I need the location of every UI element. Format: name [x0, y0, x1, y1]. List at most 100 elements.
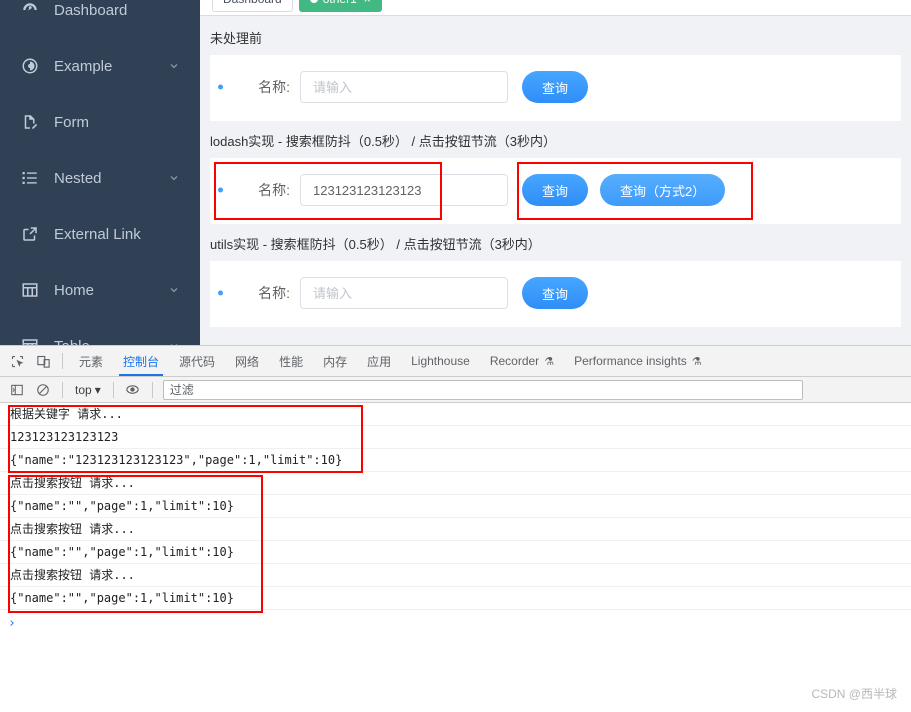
search-input-lodash[interactable] — [300, 174, 508, 206]
devtools-tab-label: Performance insights — [574, 354, 687, 368]
console-line: 根据关键字 请求... — [0, 403, 911, 426]
console-filter-input[interactable] — [163, 380, 803, 400]
required-dot-icon — [218, 291, 223, 296]
tab-label: other1 — [323, 0, 357, 11]
devtools-tab-console[interactable]: 控制台 — [113, 346, 169, 376]
devtools-tab-performance-insights[interactable]: Performance insights ⚗ — [564, 346, 712, 376]
chevron-down-icon: ▾ — [95, 383, 101, 397]
console-line: 点击搜索按钮 请求... — [0, 518, 911, 541]
experiment-flask-icon: ⚗ — [692, 355, 702, 368]
devtools-tab-network[interactable]: 网络 — [225, 346, 269, 376]
devtools-tab-lighthouse[interactable]: Lighthouse — [401, 346, 480, 376]
toolbar-divider — [62, 382, 63, 398]
sidebar-item-label: Nested — [54, 170, 168, 187]
inspect-element-icon[interactable] — [4, 349, 30, 373]
search-input-utils[interactable] — [300, 277, 508, 309]
sidebar-item-label: Form — [54, 114, 180, 131]
required-dot-icon — [218, 85, 223, 90]
chevron-down-icon — [168, 172, 180, 184]
console-line: {"name":"123123123123123","page":1,"limi… — [0, 449, 911, 472]
sidebar-navigation: Dashboard Example Form — [0, 0, 200, 345]
sidebar-item-label: Home — [54, 282, 168, 299]
console-filter-bar: top ▾ — [0, 377, 911, 403]
form-row: 名称: 查询 查询（方式2） — [210, 174, 901, 206]
application-area: Dashboard Example Form — [0, 0, 911, 345]
devtools-tab-sources[interactable]: 源代码 — [169, 346, 225, 376]
device-toolbar-icon[interactable] — [30, 349, 56, 373]
close-icon[interactable]: × — [364, 0, 371, 11]
name-field-label: 名称: — [228, 283, 290, 303]
form-icon — [20, 112, 40, 132]
form-card-utils: 名称: 查询 — [210, 261, 901, 327]
main-content: Dashboard other1 × 未处理前 名称: 查询 — [200, 0, 911, 345]
console-line: {"name":"","page":1,"limit":10} — [0, 541, 911, 564]
tab-active-dot-icon — [310, 0, 318, 3]
experiment-flask-icon: ⚗ — [544, 355, 554, 368]
devtools-tab-elements[interactable]: 元素 — [69, 346, 113, 376]
sidebar-item-form[interactable]: Form — [0, 94, 200, 150]
toolbar-divider — [152, 382, 153, 398]
sidebar-item-example[interactable]: Example — [0, 38, 200, 94]
toolbar-divider — [113, 382, 114, 398]
chevron-down-icon — [168, 60, 180, 72]
console-prompt[interactable]: › — [0, 610, 911, 638]
sidebar-item-dashboard[interactable]: Dashboard — [0, 0, 200, 38]
tab-other1[interactable]: other1 × — [299, 0, 382, 12]
clear-console-icon[interactable] — [30, 378, 56, 402]
console-line: 点击搜索按钮 请求... — [0, 564, 911, 587]
devtools-panel: 元素 控制台 源代码 网络 性能 内存 应用 Lighthouse Record… — [0, 345, 911, 712]
section-title-utils: utils实现 - 搜索框防抖（0.5秒） / 点击按钮节流（3秒内） — [200, 224, 911, 261]
sidebar-item-home[interactable]: Home — [0, 262, 200, 318]
live-expression-eye-icon[interactable] — [120, 378, 146, 402]
dashboard-icon — [20, 0, 40, 20]
sidebar-item-label: Example — [54, 58, 168, 75]
console-sidebar-toggle-icon[interactable] — [4, 378, 30, 402]
form-card-lodash: 名称: 查询 查询（方式2） — [210, 158, 901, 224]
console-output[interactable]: 根据关键字 请求... 123123123123123 {"name":"123… — [0, 403, 911, 711]
sidebar-item-nested[interactable]: Nested — [0, 150, 200, 206]
table-icon — [20, 336, 40, 345]
name-label-text: 名称: — [258, 285, 290, 301]
query-button-utils[interactable]: 查询 — [522, 277, 588, 309]
name-field-label: 名称: — [228, 77, 290, 97]
sidebar-item-label: Dashboard — [54, 2, 180, 19]
devtools-tab-recorder[interactable]: Recorder ⚗ — [480, 346, 564, 376]
home-grid-icon — [20, 280, 40, 300]
console-line: 123123123123123 — [0, 426, 911, 449]
name-label-text: 名称: — [258, 79, 290, 95]
console-line: {"name":"","page":1,"limit":10} — [0, 495, 911, 518]
console-line: 点击搜索按钮 请求... — [0, 472, 911, 495]
example-icon — [20, 56, 40, 76]
console-context-selector[interactable]: top ▾ — [69, 383, 107, 397]
name-field-label: 名称: — [228, 180, 290, 200]
tab-dashboard[interactable]: Dashboard — [212, 0, 293, 12]
form-row: 名称: 查询 — [210, 71, 901, 103]
form-card-untreated: 名称: 查询 — [210, 55, 901, 121]
csdn-watermark: CSDN @西半球 — [811, 685, 897, 702]
query-button-untreated[interactable]: 查询 — [522, 71, 588, 103]
section-title-lodash: lodash实现 - 搜索框防抖（0.5秒） / 点击按钮节流（3秒内） — [200, 121, 911, 158]
search-input-untreated[interactable] — [300, 71, 508, 103]
query-button-lodash-method2[interactable]: 查询（方式2） — [600, 174, 725, 206]
sidebar-item-table[interactable]: Table — [0, 318, 200, 345]
chevron-down-icon — [168, 284, 180, 296]
toolbar-divider — [62, 353, 63, 369]
name-label-text: 名称: — [258, 182, 290, 198]
external-link-icon — [20, 224, 40, 244]
console-line: {"name":"","page":1,"limit":10} — [0, 587, 911, 610]
screen-root: Dashboard Example Form — [0, 0, 911, 712]
devtools-tab-application[interactable]: 应用 — [357, 346, 401, 376]
sidebar-item-external-link[interactable]: External Link — [0, 206, 200, 262]
sidebar-item-label: Table — [54, 338, 168, 346]
section-title-untreated: 未处理前 — [200, 18, 911, 55]
sidebar-item-label: External Link — [54, 226, 180, 243]
console-context-label: top — [75, 383, 92, 397]
devtools-tab-label: Recorder — [490, 354, 539, 368]
nested-list-icon — [20, 168, 40, 188]
query-button-lodash[interactable]: 查询 — [522, 174, 588, 206]
devtools-tab-bar: 元素 控制台 源代码 网络 性能 内存 应用 Lighthouse Record… — [0, 346, 911, 377]
required-dot-icon — [218, 188, 223, 193]
devtools-tab-memory[interactable]: 内存 — [313, 346, 357, 376]
devtools-tab-performance[interactable]: 性能 — [269, 346, 313, 376]
tab-strip: Dashboard other1 × — [200, 0, 911, 16]
